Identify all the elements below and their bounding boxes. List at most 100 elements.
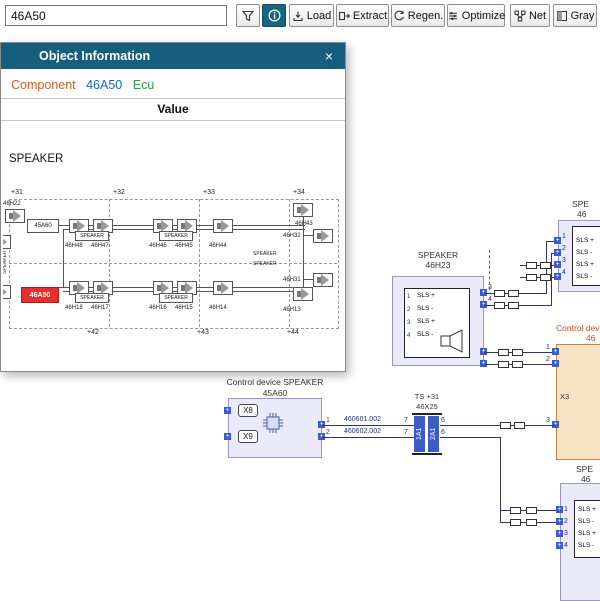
connector-id-label: 46X25 [404,402,450,412]
component-box: SPEAKER [75,293,109,303]
component-label: 46H48 [65,243,83,250]
pin-number: 1 [562,233,566,241]
component-label: 46H18 [65,305,83,312]
speaker-tr-id: 46 [577,209,586,219]
ecu-chip-icon [262,412,284,439]
component-label: 46H22 [3,201,21,208]
component-label: 46H31 [283,277,301,284]
speaker-icon [213,219,233,233]
connector-pin-tag-2a1[interactable]: 2A1 [428,416,439,452]
connection-point-icon [552,348,559,355]
wire-segment [440,425,556,426]
component-type-link[interactable]: Ecu [133,78,155,92]
splice-symbol [512,349,523,356]
connection-point-icon [554,261,561,268]
component-label: 46H16 [149,305,167,312]
zone-boundary [9,263,337,264]
sls-row: SLS - [576,273,592,281]
page-break-dashed-line [489,250,490,290]
connector-x8-tag: X8 [238,404,258,417]
splice-symbol [494,290,505,297]
connection-point-icon [224,433,231,440]
wire-segment [440,437,501,438]
sls-row: SLS - [578,518,594,526]
component-label: 46H15 [175,305,193,312]
pin-number: 7 [404,417,408,425]
ctrl-right-type: Control device [556,323,600,333]
splice-symbol [498,361,509,368]
pin-number: 2 [407,306,410,314]
pin-number: 2 [562,245,566,253]
splice-symbol [500,422,511,429]
sls-row: SLS + [417,292,435,300]
wire-label: 460602.002 [344,428,381,436]
sls-row: SLS + [578,530,596,538]
connector-cap-line [412,453,442,455]
component-summary-row: Component 46A50 Ecu [1,69,345,98]
splice-symbol [540,262,551,269]
selected-component-box: 46A50 [21,287,59,303]
component-label: SPEAKER [253,251,277,258]
ctrl-45a60-id: 45A60 [210,388,340,398]
connection-point-icon [552,360,559,367]
speaker-icon [3,235,11,249]
connection-point-icon [554,237,561,244]
pin-number: 1 [326,417,330,425]
speaker-icon [313,273,333,287]
wire-segment [63,229,64,287]
speaker-icon [438,326,468,361]
zone-label: +42 [87,329,99,337]
splice-symbol [526,507,537,514]
pin-number: 3 [407,319,410,327]
speaker-icon [3,285,11,299]
pin-number: 3 [562,257,566,265]
component-label: 46H47 [91,243,109,250]
component-label: Component [11,78,76,92]
connector-x9-tag: X9 [238,430,258,443]
zone-label: +34 [293,189,305,197]
speaker-icon [313,229,333,243]
component-label: 46H44 [209,243,227,250]
splice-symbol [540,274,551,281]
component-box: SPEAKER [159,231,193,241]
ctrl-right-box[interactable] [556,344,600,460]
component-id-link[interactable]: 46A50 [86,78,122,92]
sls-row: SLS - [417,331,433,339]
ctrl-right-id: 46 [586,333,595,343]
pin-number: 3 [546,417,550,425]
panel-header[interactable]: Object Information × [1,43,345,69]
component-label: SPEAKER [253,261,277,268]
wire-segment [551,253,552,306]
zone-label: +43 [197,329,209,337]
sls-row: SLS - [417,305,433,313]
connection-point-icon [556,542,563,549]
zone-label: +33 [203,189,215,197]
connection-point-icon [224,407,231,414]
connector-cap-line [412,413,442,415]
splice-symbol [494,302,505,309]
connector-pin-tag-1a1[interactable]: 1A1 [414,416,425,452]
component-label: 46H43 [295,221,313,228]
pin-number: 6 [441,417,445,425]
ctrl-45a60-type: Control device SPEAKER [210,377,340,387]
value-text: SPEAKER [9,153,63,165]
close-icon[interactable]: × [317,43,341,69]
connection-point-icon [554,249,561,256]
pin-number: 3 [564,530,568,538]
speaker-tr-type: SPE [572,199,589,209]
connector-system-label: TS +31 [404,392,450,402]
splice-symbol [526,274,537,281]
pin-number: 6 [441,429,445,437]
splice-symbol [510,507,521,514]
speaker-icon [5,209,25,223]
component-label: 46H17 [91,305,109,312]
splice-symbol [526,262,537,269]
schematic-preview[interactable]: +31 +32 +33 +34 +42 +43 +44 [3,179,343,367]
pin-number: 1 [407,293,410,301]
pin-number: 2 [546,356,550,364]
splice-symbol [510,519,521,526]
component-label: 46H46 [149,243,167,250]
splice-symbol [508,290,519,297]
component-label: 46H32 [283,233,301,240]
pin-number: 4 [488,296,492,304]
